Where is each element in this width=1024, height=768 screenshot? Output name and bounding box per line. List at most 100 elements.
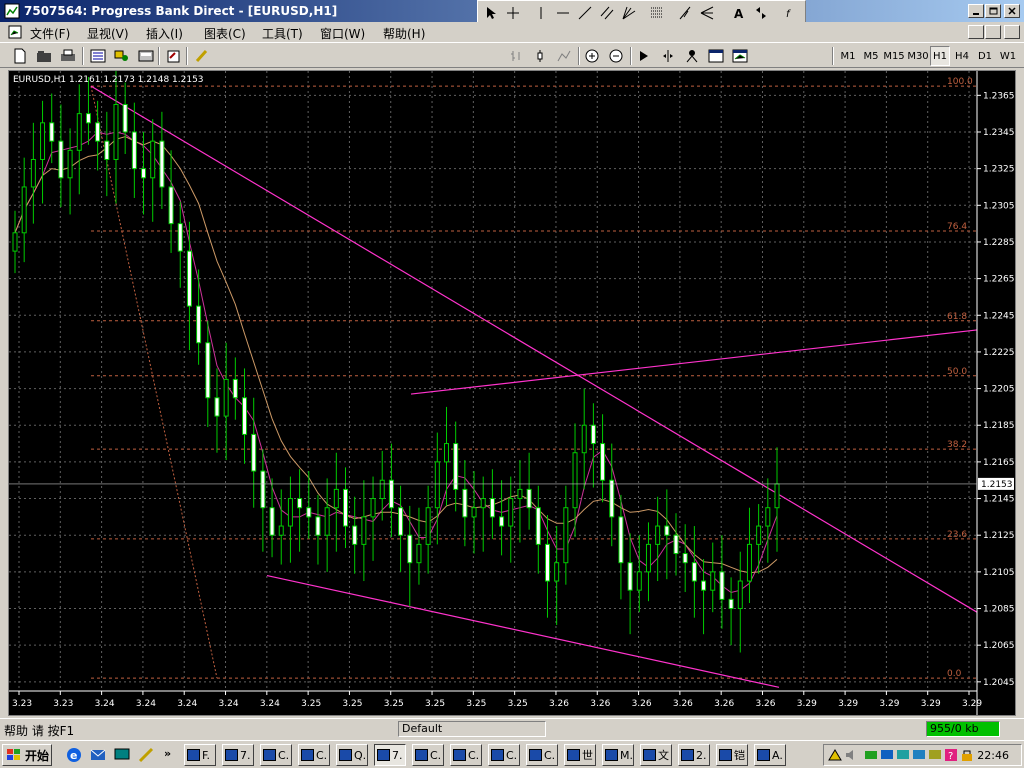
tray-network-icon[interactable] bbox=[828, 748, 842, 762]
pitchfork-icon[interactable] bbox=[674, 3, 695, 23]
candle-body bbox=[544, 543, 550, 582]
menu-insert[interactable]: 插入(I) bbox=[146, 25, 183, 42]
tray-app-icon[interactable] bbox=[864, 748, 878, 762]
indicators-icon[interactable] bbox=[682, 46, 702, 66]
open-icon[interactable] bbox=[34, 46, 54, 66]
taskbar-window-button[interactable]: 铠 bbox=[716, 744, 748, 766]
tray-volume-icon[interactable] bbox=[844, 748, 858, 762]
candlestick-icon[interactable] bbox=[530, 46, 550, 66]
editor-icon[interactable] bbox=[164, 46, 184, 66]
menu-charts[interactable]: 图表(C) bbox=[204, 25, 246, 42]
timeframe-m1[interactable]: M1 bbox=[838, 46, 858, 66]
function-icon[interactable]: f bbox=[780, 3, 801, 23]
child-restore-button[interactable] bbox=[985, 25, 1001, 39]
desktop-icon[interactable] bbox=[114, 747, 130, 763]
minimize-button[interactable] bbox=[968, 4, 984, 18]
menu-window[interactable]: 窗口(W) bbox=[320, 25, 365, 42]
autoscroll-icon[interactable] bbox=[634, 46, 654, 66]
line-chart-icon[interactable] bbox=[554, 46, 574, 66]
taskbar-window-button[interactable]: 世 bbox=[564, 744, 596, 766]
taskbar-window-button[interactable]: C. bbox=[412, 744, 444, 766]
taskbar-window-button[interactable]: 2. bbox=[678, 744, 710, 766]
tray-app3-icon[interactable] bbox=[912, 748, 926, 762]
new-chart-icon[interactable] bbox=[10, 46, 30, 66]
periodicity-icon[interactable] bbox=[706, 46, 726, 66]
channel-icon[interactable] bbox=[596, 3, 617, 23]
bar-chart-icon[interactable] bbox=[506, 46, 526, 66]
text-icon[interactable]: A bbox=[728, 3, 749, 23]
fib-fan-icon[interactable] bbox=[696, 3, 717, 23]
chart-shift-icon[interactable] bbox=[658, 46, 678, 66]
ie-icon[interactable]: e bbox=[66, 747, 82, 763]
chart-canvas[interactable]: 100.0 76.4 61.8 50.0 38.2 23.6 0.0 1.2365 1.234… bbox=[9, 67, 1015, 715]
fibonacci-icon[interactable] bbox=[646, 3, 667, 23]
time-tick-label: 3.25 bbox=[384, 699, 404, 709]
horizontal-line-icon[interactable] bbox=[552, 3, 573, 23]
taskbar-window-button[interactable]: C. bbox=[450, 744, 482, 766]
trendline-icon[interactable] bbox=[574, 3, 595, 23]
outlook-icon[interactable] bbox=[90, 747, 106, 763]
taskbar-window-button[interactable]: Q. bbox=[336, 744, 368, 766]
zoom-in-icon[interactable] bbox=[582, 46, 602, 66]
print-icon[interactable] bbox=[58, 46, 78, 66]
menu-file[interactable]: 文件(F) bbox=[30, 25, 70, 42]
candle-body bbox=[517, 488, 523, 500]
taskbar-window-button[interactable]: C. bbox=[526, 744, 558, 766]
expert-advisor-icon[interactable] bbox=[192, 46, 212, 66]
cursor-arrow-icon[interactable] bbox=[480, 3, 501, 23]
zoom-out-icon[interactable] bbox=[606, 46, 626, 66]
gann-fan-icon[interactable] bbox=[618, 3, 639, 23]
maximize-button[interactable] bbox=[985, 4, 1001, 18]
taskbar-window-button[interactable]: A. bbox=[754, 744, 786, 766]
timeframe-w1[interactable]: W1 bbox=[998, 46, 1018, 66]
timeframe-m5[interactable]: M5 bbox=[861, 46, 881, 66]
taskbar-window-button[interactable]: 7. bbox=[222, 744, 254, 766]
price-tick-label: 1.2045 bbox=[983, 678, 1015, 688]
timeframe-h1[interactable]: H1 bbox=[930, 46, 950, 66]
chart-window-icon[interactable] bbox=[8, 25, 22, 39]
tool-icon[interactable] bbox=[138, 747, 154, 763]
timeframe-m30[interactable]: M30 bbox=[906, 46, 930, 66]
close-button[interactable] bbox=[1004, 4, 1020, 18]
crosshair-icon[interactable] bbox=[502, 3, 523, 23]
child-close-button[interactable] bbox=[1004, 25, 1020, 39]
tray-help-icon[interactable]: ? bbox=[944, 748, 958, 762]
taskbar-window-label: M. bbox=[620, 748, 633, 762]
taskbar-window-button[interactable]: 文 bbox=[640, 744, 672, 766]
tray-lock-icon[interactable] bbox=[960, 748, 974, 762]
menu-help[interactable]: 帮助(H) bbox=[383, 25, 425, 42]
taskbar-window-button[interactable]: C. bbox=[488, 744, 520, 766]
templates-icon[interactable] bbox=[730, 46, 750, 66]
market-watch-icon[interactable] bbox=[88, 46, 108, 66]
timeframe-h4[interactable]: H4 bbox=[952, 46, 972, 66]
taskbar-window-button[interactable]: M. bbox=[602, 744, 634, 766]
tray-app2-icon[interactable] bbox=[896, 748, 910, 762]
moving-averages bbox=[14, 131, 778, 594]
taskbar-window-button[interactable]: C. bbox=[298, 744, 330, 766]
taskbar-window-button[interactable]: 7. bbox=[374, 744, 406, 766]
svg-text:?: ? bbox=[948, 751, 953, 762]
price-chart[interactable]: 100.0 76.4 61.8 50.0 38.2 23.6 0.0 1.2365 1.234… bbox=[8, 67, 1016, 716]
child-minimize-button[interactable] bbox=[968, 25, 984, 39]
navigator-icon[interactable] bbox=[112, 46, 132, 66]
tray-monitor-icon[interactable] bbox=[880, 748, 894, 762]
terminal-icon[interactable] bbox=[136, 46, 156, 66]
arrows-icon[interactable] bbox=[750, 3, 771, 23]
candle-body bbox=[572, 452, 578, 509]
start-button[interactable]: 开始 bbox=[2, 744, 52, 766]
taskbar-window-label: 文 bbox=[658, 749, 669, 762]
menu-tools[interactable]: 工具(T) bbox=[262, 25, 303, 42]
quicklaunch-overflow-icon[interactable]: » bbox=[164, 747, 171, 760]
tray-app4-icon[interactable] bbox=[928, 748, 942, 762]
candle-body bbox=[214, 397, 220, 417]
menu-view[interactable]: 显视(V) bbox=[87, 25, 129, 42]
price-tick-label: 1.2245 bbox=[983, 311, 1015, 321]
time-axis: 3.23 3.23 3.24 3.24 3.24 3.24 3.24 3.25 3.25 3.25… bbox=[9, 690, 982, 709]
timeframe-m15[interactable]: M15 bbox=[882, 46, 906, 66]
candle-body bbox=[664, 525, 670, 536]
time-tick-label: 3.25 bbox=[466, 699, 486, 709]
taskbar-window-button[interactable]: C. bbox=[260, 744, 292, 766]
timeframe-d1[interactable]: D1 bbox=[975, 46, 995, 66]
vertical-line-icon[interactable] bbox=[530, 3, 551, 23]
taskbar-window-button[interactable]: F. bbox=[184, 744, 216, 766]
